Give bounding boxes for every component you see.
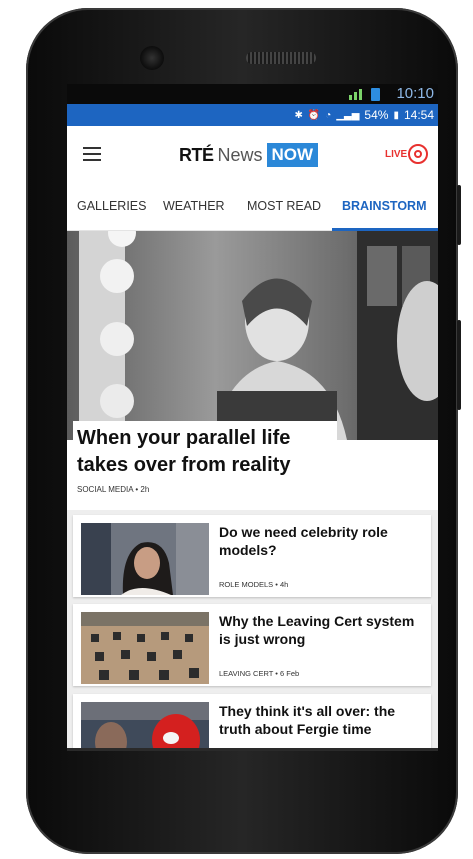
- battery-icon: [371, 88, 380, 101]
- article-thumbnail: [81, 702, 209, 748]
- tab-galleries[interactable]: GALLERIES: [77, 182, 146, 230]
- battery-percent: 54%: [364, 108, 389, 122]
- outer-clock: 10:10: [396, 85, 434, 102]
- logo-rte: RTÉ: [179, 144, 214, 165]
- article-thumbnail: [81, 612, 209, 684]
- battery-icon: ▮: [393, 109, 399, 121]
- app-bar: RTÉ News NOW LIVE: [67, 126, 438, 182]
- volume-button: [457, 185, 461, 245]
- article-thumbnail: [81, 523, 209, 595]
- hero-image[interactable]: [67, 231, 438, 440]
- article-meta: LEAVING CERT • 6 Feb: [219, 669, 300, 678]
- hero-meta: SOCIAL MEDIA • 2h: [77, 485, 150, 494]
- status-bar: ✱ ⏰ ◔ ▁▃▅ 54% ▮ 14:54: [67, 104, 438, 126]
- wifi-icon: ◔: [325, 109, 332, 121]
- article-title: They think it's all over: the truth abou…: [219, 703, 396, 737]
- phone-screen: 10:10 ✱ ⏰ ◔ ▁▃▅ 54% ▮ 14:54 RTÉ News NOW…: [67, 84, 438, 748]
- signal-icon: ▁▃▅: [336, 109, 360, 121]
- alarm-icon: ⏰: [307, 109, 321, 121]
- signal-icon: [349, 89, 362, 100]
- earpiece-speaker: [246, 52, 316, 64]
- status-clock: 14:54: [403, 108, 434, 122]
- power-button: [457, 320, 461, 410]
- section-tabs: GALLERIES WEATHER MOST READ BRAINSTORM: [67, 182, 438, 231]
- tab-brainstorm[interactable]: BRAINSTORM: [342, 182, 427, 230]
- article-card[interactable]: Do we need celebrity role models? ROLE M…: [73, 515, 431, 597]
- article-card[interactable]: They think it's all over: the truth abou…: [73, 694, 431, 748]
- article-meta: ROLE MODELS • 4h: [219, 580, 289, 589]
- article-card[interactable]: Why the Leaving Cert system is just wron…: [73, 604, 431, 686]
- tab-weather[interactable]: WEATHER: [163, 182, 225, 230]
- article-title: Do we need celebrity role models?: [219, 524, 388, 558]
- logo-now: NOW: [266, 143, 319, 167]
- front-camera: [140, 46, 164, 70]
- logo-news: News: [217, 144, 263, 165]
- bluetooth-icon: ✱: [294, 109, 303, 121]
- article-title: Why the Leaving Cert system is just wron…: [219, 613, 415, 647]
- live-label: LIVE: [385, 148, 408, 160]
- tab-most-read[interactable]: MOST READ: [247, 182, 321, 230]
- screen-bottom-edge: [67, 748, 438, 751]
- live-broadcast-icon: [408, 144, 429, 164]
- live-button[interactable]: LIVE: [385, 144, 429, 164]
- hamburger-menu-icon[interactable]: [83, 147, 101, 161]
- rte-news-now-logo: RTÉ News NOW: [179, 142, 319, 168]
- outer-status-bar: 10:10: [67, 84, 438, 104]
- hero-title[interactable]: When your parallel life takes over from …: [77, 425, 339, 479]
